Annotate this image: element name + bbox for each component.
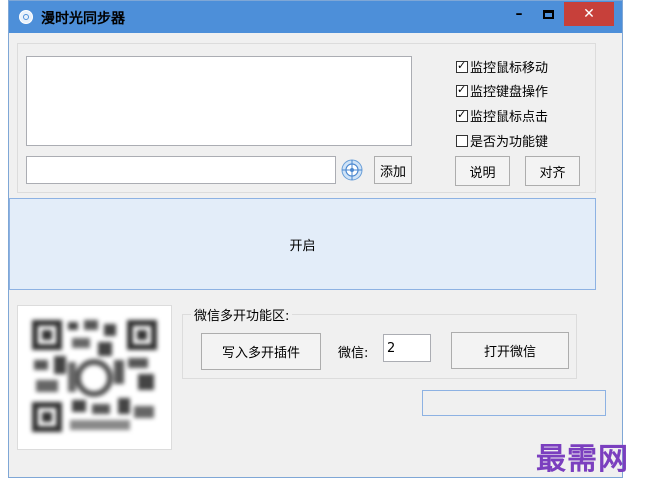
title-bar[interactable]: 漫时光同步器 – ✕ bbox=[9, 1, 622, 33]
align-button[interactable]: 对齐 bbox=[525, 156, 580, 186]
checkbox-function-key[interactable]: 是否为功能键 bbox=[456, 131, 548, 150]
checkbox-label: 监控鼠标移动 bbox=[470, 61, 549, 76]
key-input[interactable] bbox=[26, 156, 336, 184]
checkbox-label: 监控鼠标点击 bbox=[470, 110, 549, 125]
checkbox-mouse-click[interactable]: 监控鼠标点击 bbox=[456, 106, 548, 125]
wechat-count-label: 微信: bbox=[338, 346, 369, 361]
app-clock-icon bbox=[19, 10, 33, 24]
app-window: 漫时光同步器 – ✕ 监控鼠标移动 监控键盘操作 监控鼠标点击 是否为功能键 添… bbox=[8, 0, 623, 478]
minimize-button[interactable]: – bbox=[506, 2, 532, 26]
checkbox-icon[interactable] bbox=[456, 108, 468, 122]
start-button[interactable]: 开启 bbox=[9, 198, 596, 290]
close-button[interactable]: ✕ bbox=[564, 2, 614, 26]
checkbox-icon[interactable] bbox=[456, 59, 468, 73]
add-button[interactable]: 添加 bbox=[374, 156, 412, 184]
checkbox-icon[interactable] bbox=[456, 134, 468, 147]
checkbox-label: 是否为功能键 bbox=[470, 135, 549, 150]
open-wechat-button[interactable]: 打开微信 bbox=[451, 332, 569, 369]
status-bar bbox=[422, 390, 606, 416]
checkbox-mouse-move[interactable]: 监控鼠标移动 bbox=[456, 57, 548, 76]
window-title: 漫时光同步器 bbox=[41, 11, 125, 27]
qr-code-graphic bbox=[28, 316, 161, 439]
maximize-icon bbox=[542, 9, 554, 19]
checkbox-label: 监控键盘操作 bbox=[470, 85, 549, 100]
qr-code-image bbox=[17, 305, 172, 450]
wechat-group-title: 微信多开功能区: bbox=[191, 305, 293, 324]
monitor-list[interactable] bbox=[26, 56, 412, 146]
crosshair-target-icon[interactable] bbox=[341, 159, 363, 181]
wechat-count-input[interactable] bbox=[383, 334, 431, 362]
write-plugin-button[interactable]: 写入多开插件 bbox=[201, 333, 321, 370]
checkbox-icon[interactable] bbox=[456, 83, 468, 97]
maximize-button[interactable] bbox=[535, 2, 561, 26]
checkbox-keyboard[interactable]: 监控键盘操作 bbox=[456, 81, 548, 100]
watermark-logo: 最需网 bbox=[536, 442, 629, 477]
help-button[interactable]: 说明 bbox=[455, 156, 510, 186]
